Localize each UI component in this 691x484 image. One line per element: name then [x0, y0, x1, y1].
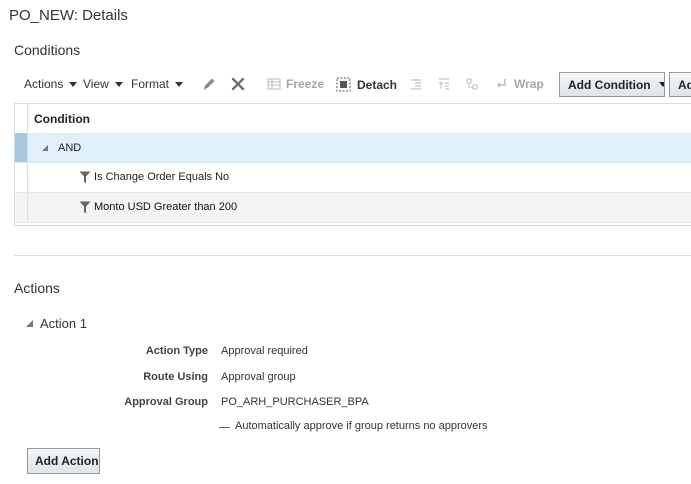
table-row-and[interactable]: AND	[15, 133, 691, 163]
freeze-label: Freeze	[286, 77, 325, 91]
row-header[interactable]	[15, 193, 28, 222]
wrap-button[interactable]: Wrap	[495, 77, 544, 91]
add-button-label: Ad	[678, 77, 691, 92]
action-1-label: Action 1	[40, 316, 87, 331]
condition-text[interactable]: Monto USD Greater than 200	[94, 201, 237, 213]
conditions-section-title: Conditions	[14, 42, 81, 58]
conditions-table: Condition AND Is Change Order Equals No …	[14, 103, 691, 226]
chevron-down-icon	[69, 81, 78, 87]
approval-group-value: PO_ARH_PURCHASER_BPA	[221, 396, 369, 408]
actions-menu-label: Actions	[24, 77, 64, 91]
chevron-down-icon	[175, 81, 184, 87]
route-using-label: Route Using	[143, 371, 208, 383]
wrap-label: Wrap	[514, 77, 544, 91]
action-type-value: Approval required	[221, 345, 308, 357]
section-divider	[14, 255, 691, 256]
expand-triangle-icon[interactable]	[41, 144, 49, 152]
edit-pencil-icon[interactable]	[201, 76, 217, 92]
filter-icon	[79, 171, 91, 184]
add-condition-label: Add Condition	[568, 77, 651, 92]
route-using-value: Approval group	[221, 371, 296, 383]
outdent-icon[interactable]	[437, 77, 451, 91]
format-menu[interactable]: Format	[131, 77, 184, 91]
row-selection-marker[interactable]	[15, 133, 28, 162]
actions-section-title: Actions	[14, 280, 60, 296]
view-menu[interactable]: View	[83, 77, 123, 91]
dash-icon	[219, 427, 230, 428]
format-menu-label: Format	[131, 77, 170, 91]
freeze-icon	[267, 78, 281, 90]
hierarchy-icon[interactable]	[465, 77, 479, 91]
action-type-label: Action Type	[145, 345, 208, 357]
delete-icon[interactable]	[230, 76, 246, 92]
detach-button[interactable]: Detach	[336, 77, 397, 92]
actions-menu[interactable]: Actions	[24, 77, 78, 91]
table-row[interactable]: Monto USD Greater than 200	[15, 193, 691, 223]
wrap-icon	[496, 79, 506, 88]
freeze-button[interactable]: Freeze	[267, 77, 324, 91]
condition-column-header[interactable]: Condition	[34, 112, 90, 126]
collapse-triangle-icon[interactable]	[25, 319, 34, 328]
page-title: PO_NEW: Details	[9, 7, 128, 24]
table-header: Condition	[15, 104, 691, 134]
approval-group-label: Approval Group	[124, 396, 208, 408]
add-action-button[interactable]: Add Action	[27, 448, 100, 474]
filter-icon	[79, 201, 91, 214]
auto-approve-text: Automatically approve if group returns n…	[235, 420, 488, 432]
add-action-label: Add Action	[35, 454, 99, 468]
chevron-down-icon	[114, 81, 123, 87]
chevron-down-icon	[658, 82, 664, 87]
table-row[interactable]: Is Change Order Equals No	[15, 163, 691, 193]
and-group-label: AND	[58, 142, 82, 154]
row-header[interactable]	[15, 163, 28, 192]
view-menu-label: View	[83, 77, 109, 91]
auto-approve-row: Automatically approve if group returns n…	[219, 420, 488, 432]
action-1-header[interactable]: Action 1	[25, 316, 87, 331]
condition-text[interactable]: Is Change Order Equals No	[94, 171, 229, 183]
indent-icon[interactable]	[409, 77, 423, 91]
row-header-corner	[15, 104, 28, 133]
detach-icon	[336, 77, 351, 92]
add-button[interactable]: Ad	[669, 72, 691, 97]
detach-label: Detach	[357, 77, 398, 92]
add-condition-button[interactable]: Add Condition	[559, 72, 665, 97]
